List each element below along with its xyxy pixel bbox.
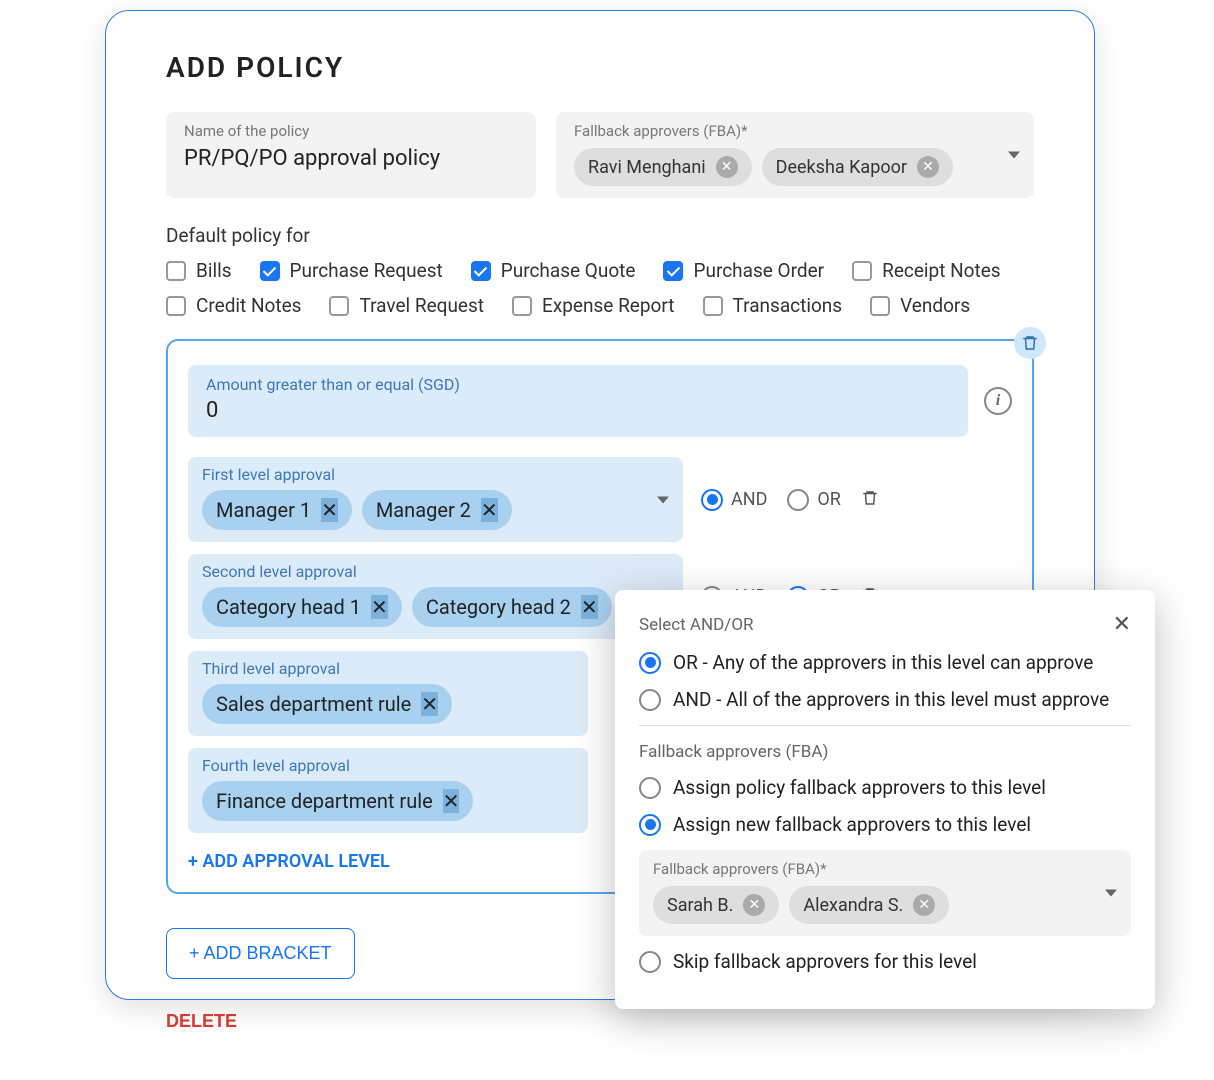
chevron-down-icon[interactable] bbox=[1105, 890, 1117, 897]
approver-chip: Category head 2✕ bbox=[412, 587, 612, 627]
default-policy-option[interactable]: Bills bbox=[166, 259, 232, 282]
remove-chip-icon[interactable]: ✕ bbox=[917, 156, 939, 178]
checkbox-icon[interactable] bbox=[703, 296, 723, 316]
checkbox-label: Purchase Request bbox=[290, 259, 443, 282]
default-policy-option[interactable]: Expense Report bbox=[512, 294, 674, 317]
checkbox-icon[interactable] bbox=[852, 261, 872, 281]
delete-button[interactable]: DELETE bbox=[166, 1011, 237, 1032]
checkbox-label: Purchase Quote bbox=[501, 259, 636, 282]
checkbox-icon[interactable] bbox=[329, 296, 349, 316]
approver-chip: Manager 1✕ bbox=[202, 490, 352, 530]
andor-option-radio[interactable] bbox=[639, 652, 661, 674]
or-radio[interactable]: OR bbox=[787, 489, 840, 511]
andor-option-label: OR - Any of the approvers in this level … bbox=[673, 651, 1093, 674]
approver-chip: Sales department rule✕ bbox=[202, 684, 452, 724]
policy-name-field[interactable]: Name of the policy PR/PQ/PO approval pol… bbox=[166, 112, 536, 198]
approver-chip: Sarah B.✕ bbox=[653, 886, 779, 924]
chevron-down-icon[interactable] bbox=[1008, 152, 1020, 159]
remove-chip-icon[interactable]: ✕ bbox=[481, 498, 498, 522]
approver-chip: Category head 1✕ bbox=[202, 587, 402, 627]
close-icon[interactable]: ✕ bbox=[1113, 612, 1131, 637]
checkbox-icon[interactable] bbox=[166, 261, 186, 281]
approval-level-field[interactable]: Fourth level approval Finance department… bbox=[188, 748, 588, 833]
skip-fba-radio[interactable] bbox=[639, 951, 661, 973]
delete-bracket-button[interactable] bbox=[1014, 327, 1046, 359]
approval-level-field[interactable]: Third level approval Sales department ru… bbox=[188, 651, 588, 736]
delete-level-button[interactable] bbox=[861, 489, 879, 511]
fba-choice-label: Assign new fallback approvers to this le… bbox=[673, 813, 1031, 836]
approval-level-field[interactable]: First level approval Manager 1✕ Manager … bbox=[188, 457, 683, 542]
page-title: ADD POLICY bbox=[166, 51, 1034, 84]
level-label: First level approval bbox=[202, 465, 669, 484]
approver-chip: Ravi Menghani✕ bbox=[574, 148, 752, 186]
checkbox-icon[interactable] bbox=[870, 296, 890, 316]
approver-chip: Finance department rule✕ bbox=[202, 781, 473, 821]
add-bracket-button[interactable]: + ADD BRACKET bbox=[166, 928, 355, 979]
default-policy-option[interactable]: Travel Request bbox=[329, 294, 484, 317]
policy-name-value: PR/PQ/PO approval policy bbox=[184, 146, 518, 171]
approval-level-field[interactable]: Second level approval Category head 1✕ C… bbox=[188, 554, 683, 639]
remove-chip-icon[interactable]: ✕ bbox=[581, 595, 598, 619]
fba-top-label: Fallback approvers (FBA)* bbox=[574, 122, 1016, 140]
checkbox-icon[interactable] bbox=[512, 296, 532, 316]
level-label: Second level approval bbox=[202, 562, 669, 581]
and-radio[interactable]: AND bbox=[701, 489, 767, 511]
chevron-down-icon[interactable] bbox=[657, 496, 669, 503]
remove-chip-icon[interactable]: ✕ bbox=[443, 789, 460, 813]
remove-chip-icon[interactable]: ✕ bbox=[421, 692, 438, 716]
checkbox-label: Credit Notes bbox=[196, 294, 301, 317]
amount-label: Amount greater than or equal (SGD) bbox=[206, 375, 950, 394]
default-policy-option[interactable]: Purchase Order bbox=[663, 259, 824, 282]
andor-popover: Select AND/OR ✕ OR - Any of the approver… bbox=[615, 590, 1155, 1009]
skip-fba-label: Skip fallback approvers for this level bbox=[673, 950, 977, 973]
default-policy-option[interactable]: Vendors bbox=[870, 294, 970, 317]
default-policy-option[interactable]: Purchase Request bbox=[260, 259, 443, 282]
popover-fba-label: Fallback approvers (FBA)* bbox=[653, 860, 1117, 878]
fba-choice-radio[interactable] bbox=[639, 777, 661, 799]
checkbox-label: Travel Request bbox=[359, 294, 484, 317]
checkbox-icon[interactable] bbox=[166, 296, 186, 316]
remove-chip-icon[interactable]: ✕ bbox=[371, 595, 388, 619]
checkbox-label: Bills bbox=[196, 259, 232, 282]
approver-chip: Manager 2✕ bbox=[362, 490, 512, 530]
fba-choice-label: Assign policy fallback approvers to this… bbox=[673, 776, 1046, 799]
andor-option-radio[interactable] bbox=[639, 689, 661, 711]
checkbox-label: Purchase Order bbox=[693, 259, 824, 282]
amount-field[interactable]: Amount greater than or equal (SGD) 0 bbox=[188, 365, 968, 437]
checkbox-icon[interactable] bbox=[663, 261, 683, 281]
andor-option-label: AND - All of the approvers in this level… bbox=[673, 688, 1109, 711]
approver-chip: Deeksha Kapoor✕ bbox=[762, 148, 953, 186]
level-label: Fourth level approval bbox=[202, 756, 574, 775]
checkbox-label: Receipt Notes bbox=[882, 259, 1001, 282]
remove-chip-icon[interactable]: ✕ bbox=[743, 894, 765, 916]
level-label: Third level approval bbox=[202, 659, 574, 678]
checkbox-label: Transactions bbox=[733, 294, 843, 317]
level-controls: AND OR bbox=[701, 457, 1012, 542]
checkbox-label: Expense Report bbox=[542, 294, 674, 317]
remove-chip-icon[interactable]: ✕ bbox=[913, 894, 935, 916]
popover-title: Select AND/OR bbox=[639, 615, 754, 635]
remove-chip-icon[interactable]: ✕ bbox=[716, 156, 738, 178]
popover-fba-field[interactable]: Fallback approvers (FBA)* Sarah B.✕ Alexa… bbox=[639, 850, 1131, 936]
fba-choice-radio[interactable] bbox=[639, 814, 661, 836]
default-policy-label: Default policy for bbox=[166, 224, 1034, 247]
checkbox-label: Vendors bbox=[900, 294, 970, 317]
popover-fba-section-label: Fallback approvers (FBA) bbox=[639, 742, 1131, 762]
info-icon[interactable]: i bbox=[984, 387, 1012, 415]
checkbox-icon[interactable] bbox=[471, 261, 491, 281]
fba-top-field[interactable]: Fallback approvers (FBA)* Ravi Menghani✕… bbox=[556, 112, 1034, 198]
amount-value: 0 bbox=[206, 398, 950, 423]
default-policy-option[interactable]: Receipt Notes bbox=[852, 259, 1001, 282]
default-policy-option[interactable]: Purchase Quote bbox=[471, 259, 636, 282]
checkbox-icon[interactable] bbox=[260, 261, 280, 281]
default-policy-option[interactable]: Transactions bbox=[703, 294, 843, 317]
approver-chip: Alexandra S.✕ bbox=[789, 886, 949, 924]
add-approval-level-button[interactable]: + ADD APPROVAL LEVEL bbox=[188, 851, 390, 872]
remove-chip-icon[interactable]: ✕ bbox=[321, 498, 338, 522]
policy-name-label: Name of the policy bbox=[184, 122, 518, 140]
default-policy-option[interactable]: Credit Notes bbox=[166, 294, 301, 317]
